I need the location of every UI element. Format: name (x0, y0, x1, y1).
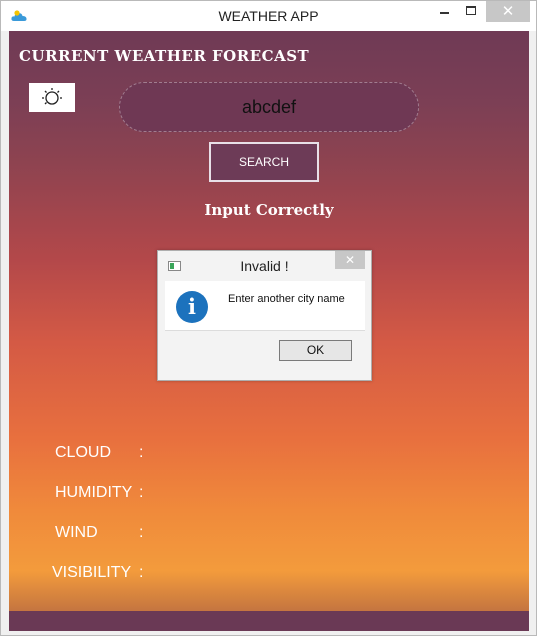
visibility-label: VISIBILITY (52, 564, 132, 581)
humidity-colon: : (139, 484, 144, 501)
wind-label: WIND (55, 524, 98, 541)
close-button[interactable]: ✕ (486, 1, 530, 22)
info-icon: i (176, 291, 208, 323)
dialog-title-bar: Invalid ! ✕ (158, 251, 371, 279)
search-button[interactable]: SEARCH (209, 142, 319, 182)
invalid-dialog: Invalid ! ✕ i Enter another city name OK (157, 250, 372, 381)
visibility-colon: : (139, 564, 144, 581)
dialog-message: Enter another city name (228, 293, 345, 305)
page-title: CURRENT WEATHER FORECAST (19, 47, 310, 65)
maximize-button[interactable] (460, 1, 482, 22)
weather-icon-box (29, 83, 75, 112)
cloud-label: CLOUD (55, 444, 112, 461)
humidity-label: HUMIDITY (55, 484, 133, 501)
bottom-bar (9, 611, 529, 631)
weather-app-window: WEATHER APP ✕ CURRENT WEATHER FORECAST a… (0, 0, 537, 636)
minimize-button[interactable] (433, 1, 455, 22)
window-title: WEATHER APP (218, 8, 319, 24)
ok-button[interactable]: OK (279, 340, 352, 361)
partly-cloudy-sun-icon (42, 88, 62, 105)
dialog-message-area: i Enter another city name (165, 281, 365, 331)
cloud-colon: : (139, 444, 144, 461)
wind-colon: : (139, 524, 144, 541)
title-bar: WEATHER APP ✕ (1, 1, 536, 31)
status-message: Input Correctly (204, 201, 334, 219)
dialog-close-button[interactable]: ✕ (335, 251, 365, 269)
city-search-input[interactable]: abcdef (119, 82, 419, 132)
